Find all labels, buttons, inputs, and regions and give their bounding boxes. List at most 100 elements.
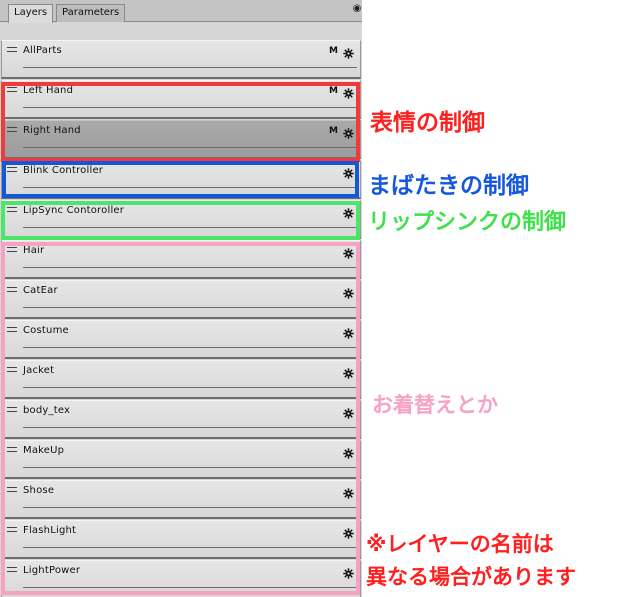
- drag-handle-icon[interactable]: [7, 567, 17, 572]
- layer-row[interactable]: CatEar: [0, 280, 362, 320]
- annotation-note-line2: 異なる場合があります: [366, 565, 576, 589]
- tab-layers[interactable]: Layers: [8, 4, 54, 23]
- layer-name: Right Hand: [23, 125, 81, 136]
- layer-name: Jacket: [23, 365, 55, 376]
- gear-icon[interactable]: [343, 244, 354, 259]
- tab-layers-label: Layers: [14, 7, 48, 18]
- drag-handle-icon[interactable]: [7, 327, 17, 332]
- layer-divider: [23, 427, 357, 428]
- layer-card[interactable]: Blink Controller: [1, 160, 361, 199]
- drag-handle-icon[interactable]: [7, 487, 17, 492]
- layer-divider: [23, 547, 357, 548]
- layer-row[interactable]: body_tex: [0, 400, 362, 440]
- drag-handle-icon[interactable]: [7, 47, 17, 52]
- drag-handle-icon[interactable]: [7, 247, 17, 252]
- layer-divider: [23, 267, 357, 268]
- gear-icon[interactable]: [343, 564, 354, 579]
- drag-handle-icon[interactable]: [7, 167, 17, 172]
- layer-name: Shose: [23, 485, 55, 496]
- layer-row[interactable]: Right Hand M: [0, 120, 362, 160]
- layer-card[interactable]: Costume: [1, 320, 361, 359]
- layer-row[interactable]: FlashLight: [0, 520, 362, 560]
- drag-handle-icon[interactable]: [7, 207, 17, 212]
- layer-divider: [23, 227, 357, 228]
- layer-divider: [23, 347, 357, 348]
- gear-icon[interactable]: [343, 444, 354, 459]
- annotation-blink: まばたきの制御: [368, 173, 529, 199]
- layer-card[interactable]: FlashLight: [1, 520, 361, 559]
- layer-row[interactable]: LipSync Contoroller: [0, 200, 362, 240]
- gear-icon[interactable]: [343, 204, 354, 219]
- layer-card[interactable]: LightPower: [1, 560, 361, 597]
- layers-panel: Layers Parameters ◉ AllParts M Left Hand M R…: [0, 0, 362, 597]
- gear-icon[interactable]: [343, 524, 354, 539]
- layer-row[interactable]: AllParts M: [0, 40, 362, 80]
- annotation-note: ※レイヤーの名前は 異なる場合があります: [366, 528, 576, 594]
- layer-card[interactable]: Hair: [1, 240, 361, 279]
- layer-row[interactable]: Left Hand M: [0, 80, 362, 120]
- layer-divider: [23, 307, 357, 308]
- layer-row[interactable]: Hair: [0, 240, 362, 280]
- layer-divider: [23, 147, 357, 148]
- layer-divider: [23, 67, 357, 68]
- tab-bar: Layers Parameters ◉: [0, 0, 362, 23]
- layer-name: Blink Controller: [23, 165, 104, 176]
- layer-name: Costume: [23, 325, 69, 336]
- layer-row[interactable]: Blink Controller: [0, 160, 362, 200]
- gear-icon[interactable]: [343, 124, 354, 139]
- annotation-expression: 表情の制御: [370, 110, 485, 136]
- drag-handle-icon[interactable]: [7, 447, 17, 452]
- layer-name: MakeUp: [23, 445, 65, 456]
- annotation-lipsync: リップシンクの制御: [368, 210, 567, 235]
- gear-icon[interactable]: [343, 324, 354, 339]
- gear-icon[interactable]: [343, 164, 354, 179]
- mask-badge[interactable]: M: [329, 126, 338, 136]
- drag-handle-icon[interactable]: [7, 407, 17, 412]
- gear-icon[interactable]: [343, 404, 354, 419]
- layer-name: body_tex: [23, 405, 71, 416]
- layer-divider: [23, 467, 357, 468]
- drag-handle-icon[interactable]: [7, 287, 17, 292]
- mask-badge[interactable]: M: [329, 86, 338, 96]
- layer-card[interactable]: Left Hand M: [1, 80, 361, 119]
- layer-card[interactable]: Jacket: [1, 360, 361, 399]
- layer-row[interactable]: LightPower: [0, 560, 362, 597]
- layer-card[interactable]: CatEar: [1, 280, 361, 319]
- layer-row[interactable]: Shose: [0, 480, 362, 520]
- drag-handle-icon[interactable]: [7, 367, 17, 372]
- layer-divider: [23, 587, 357, 588]
- mask-badge[interactable]: M: [329, 46, 338, 56]
- layer-card[interactable]: MakeUp: [1, 440, 361, 479]
- layer-card[interactable]: body_tex: [1, 400, 361, 439]
- tab-parameters[interactable]: Parameters: [56, 4, 126, 22]
- layer-divider: [23, 187, 357, 188]
- layer-name: LightPower: [23, 565, 81, 576]
- gear-icon[interactable]: [343, 484, 354, 499]
- layer-card[interactable]: Right Hand M: [1, 120, 361, 159]
- layer-name: CatEar: [23, 285, 58, 296]
- annotation-note-line1: ※レイヤーの名前は: [366, 532, 554, 556]
- layer-row[interactable]: MakeUp: [0, 440, 362, 480]
- panel-menu-icon[interactable]: ◉: [352, 3, 362, 15]
- layer-card[interactable]: AllParts M: [1, 40, 361, 79]
- annotation-outfit: お着替えとか: [372, 393, 498, 417]
- gear-icon[interactable]: [343, 84, 354, 99]
- gear-icon[interactable]: [343, 44, 354, 59]
- tab-parameters-label: Parameters: [62, 7, 120, 18]
- layer-divider: [23, 507, 357, 508]
- layer-name: Left Hand: [23, 85, 74, 96]
- drag-handle-icon[interactable]: [7, 127, 17, 132]
- drag-handle-icon[interactable]: [7, 527, 17, 532]
- gear-icon[interactable]: [343, 364, 354, 379]
- layer-row[interactable]: Costume: [0, 320, 362, 360]
- layer-name: LipSync Contoroller: [23, 205, 125, 216]
- layer-row[interactable]: Jacket: [0, 360, 362, 400]
- layer-divider: [23, 107, 357, 108]
- layer-card[interactable]: Shose: [1, 480, 361, 519]
- layer-name: Hair: [23, 245, 45, 256]
- layer-name: AllParts: [23, 45, 62, 56]
- layer-divider: [23, 387, 357, 388]
- gear-icon[interactable]: [343, 284, 354, 299]
- drag-handle-icon[interactable]: [7, 87, 17, 92]
- layer-card[interactable]: LipSync Contoroller: [1, 200, 361, 239]
